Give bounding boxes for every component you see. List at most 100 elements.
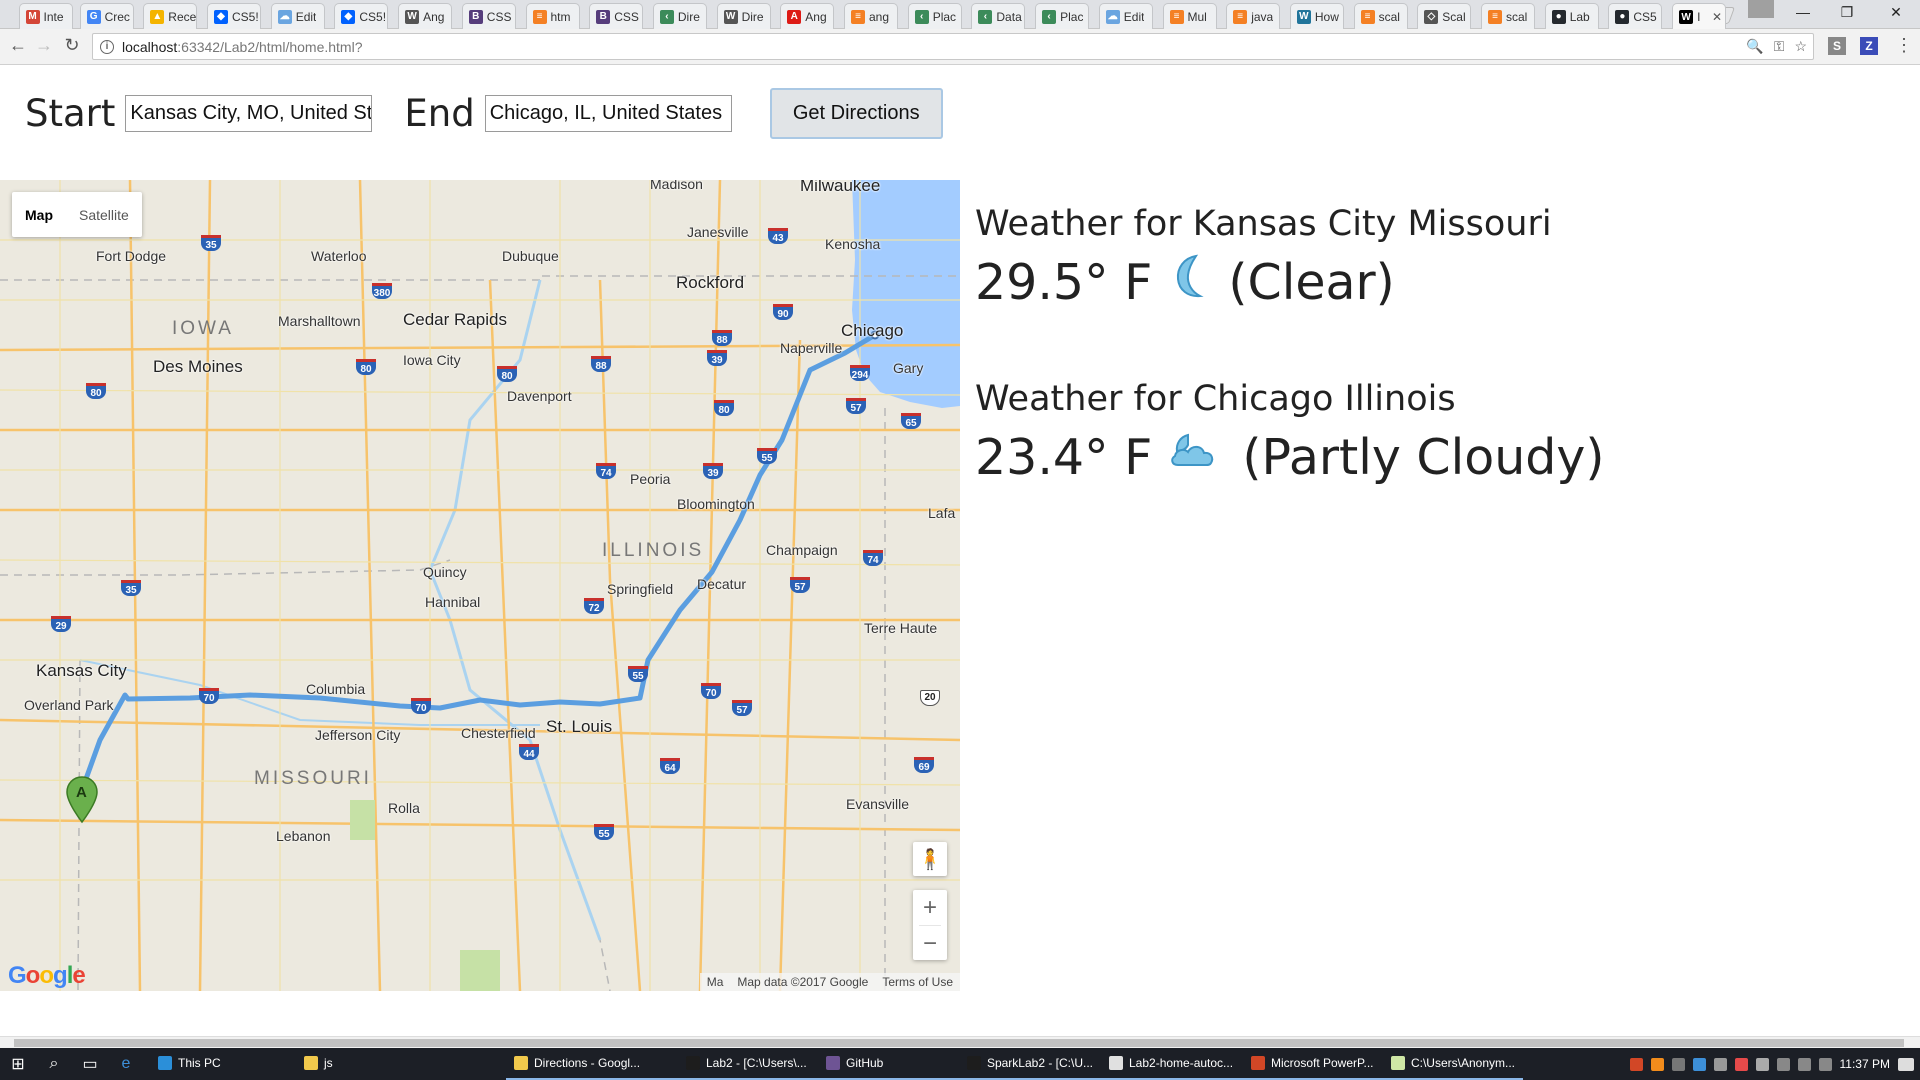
clock[interactable]: 11:37 PM <box>1840 1057 1890 1071</box>
taskbar-item[interactable]: Lab2 - [C:\Users\... <box>678 1048 818 1080</box>
taskbar-item[interactable]: Microsoft PowerP... <box>1243 1048 1383 1080</box>
browser-tab[interactable]: ◇ Scal <box>1417 3 1472 29</box>
taskbar-item[interactable]: js <box>296 1048 506 1080</box>
close-window-icon[interactable]: ✕ <box>1876 4 1916 21</box>
profile-icon[interactable] <box>1748 0 1774 18</box>
taskbar-item[interactable]: This PC <box>150 1048 296 1080</box>
cloud-icon[interactable] <box>1713 1057 1727 1071</box>
start-input[interactable]: Kansas City, MO, United St <box>125 95 373 132</box>
tray-app-icon[interactable] <box>1650 1057 1664 1071</box>
city-dubuque: Dubuque <box>502 248 559 264</box>
map[interactable]: IOWA ILLINOIS MISSOURI Madison Milwaukee… <box>0 180 960 991</box>
back-icon[interactable]: ← <box>6 35 30 56</box>
browser-tab[interactable]: ‹ Plac <box>907 3 962 29</box>
street-view-pegman-icon[interactable]: 🧍 <box>913 842 947 876</box>
volume-icon[interactable] <box>1797 1057 1811 1071</box>
menu-icon[interactable]: ⋮ <box>1895 35 1913 56</box>
tab-title: Dire <box>677 9 700 24</box>
tray-app-icon[interactable] <box>1629 1057 1643 1071</box>
browser-tab[interactable]: ≡ scal <box>1481 3 1535 29</box>
restore-icon[interactable]: ❐ <box>1827 4 1867 21</box>
battery-icon[interactable] <box>1755 1057 1769 1071</box>
doc-icon: W <box>405 9 420 24</box>
browser-tab[interactable]: ‹ Plac <box>1035 3 1090 29</box>
end-input[interactable]: Chicago, IL, United States <box>484 95 732 132</box>
browser-tab[interactable]: ● CS5 <box>1608 3 1663 29</box>
minimize-icon[interactable]: — <box>1783 4 1823 20</box>
search-icon[interactable]: ⌕ <box>36 1048 72 1080</box>
tab-title: Data <box>996 9 1022 24</box>
windows-start-icon[interactable]: ⊞ <box>0 1048 36 1080</box>
browser-tab[interactable]: G Crec <box>79 3 134 29</box>
tab-title: Inte <box>43 9 64 24</box>
city-peoria: Peoria <box>630 471 671 487</box>
browser-tab[interactable]: A Ang <box>780 3 835 29</box>
city-fort-dodge: Fort Dodge <box>96 248 167 264</box>
tray-app-icon[interactable] <box>1734 1057 1748 1071</box>
reload-icon[interactable]: ↻ <box>60 35 84 56</box>
notification-icon[interactable] <box>1898 1057 1914 1071</box>
zoom-in-button[interactable]: + <box>913 890 947 925</box>
browser-tab[interactable]: ≡ Mul <box>1162 3 1217 29</box>
shield-icon[interactable] <box>1671 1057 1685 1071</box>
highway-shield: 35 <box>201 235 221 251</box>
browser-tab[interactable]: W Ang <box>398 3 453 29</box>
map-type-map-button[interactable]: Map <box>12 192 66 237</box>
taskbar-item[interactable]: C:\Users\Anonym... <box>1383 1048 1523 1080</box>
taskbar-item[interactable]: SparkLab2 - [C:\U... <box>959 1048 1101 1080</box>
terms-link[interactable]: Terms of Use <box>882 975 953 989</box>
tab-title: Dire <box>741 9 764 24</box>
forward-icon[interactable]: → <box>32 35 56 56</box>
city-marshalltown: Marshalltown <box>278 313 361 329</box>
horizontal-scrollbar[interactable] <box>0 1036 1920 1048</box>
scrollbar-thumb[interactable] <box>14 1039 1904 1047</box>
task-view-icon[interactable]: ▭ <box>72 1048 108 1080</box>
browser-tab[interactable]: B CSS <box>589 3 644 29</box>
info-icon[interactable]: i <box>100 39 114 54</box>
taskbar-item[interactable]: Lab2-home-autoc... <box>1101 1048 1243 1080</box>
browser-tab[interactable]: ☁ Edit <box>270 3 325 29</box>
highway-shield: 88 <box>712 330 732 346</box>
browser-tab[interactable]: W How <box>1289 3 1344 29</box>
stackoverflow-icon: ≡ <box>1169 9 1184 24</box>
browser-tab[interactable]: ≡ java <box>1226 3 1281 29</box>
browser-tab[interactable]: ▲ Rece <box>143 3 198 29</box>
browser-tab[interactable]: ◆ CS5! <box>207 3 261 29</box>
tab-title: Edit <box>1123 9 1145 24</box>
github-icon: ● <box>1551 9 1566 24</box>
address-bar[interactable]: i localhost:63342/Lab2/html/home.html? 🔍… <box>92 33 1814 60</box>
browser-tab[interactable]: ☁ Edit <box>1098 3 1153 29</box>
keyboard-icon[interactable] <box>1818 1057 1832 1071</box>
tab-close-icon[interactable]: ✕ <box>1712 10 1722 24</box>
key-icon[interactable]: ⚿ <box>1774 38 1785 55</box>
tab-title: How <box>1314 9 1339 24</box>
get-directions-button[interactable]: Get Directions <box>769 88 943 139</box>
zoom-icon[interactable]: 🔍 <box>1746 38 1763 55</box>
wifi-icon[interactable] <box>1776 1057 1790 1071</box>
google-logo[interactable]: Google <box>8 962 86 990</box>
browser-tab[interactable]: ● Lab <box>1544 3 1599 29</box>
taskbar-item[interactable]: Directions - Googl... <box>506 1048 678 1080</box>
browser-tab[interactable]: M Inte <box>18 3 73 29</box>
browser-tab[interactable]: ≡ ang <box>844 3 898 29</box>
browser-tab[interactable]: W Dire <box>716 3 771 29</box>
zotero-icon[interactable]: Z <box>1860 37 1878 55</box>
extension-icon[interactable]: S <box>1828 37 1846 55</box>
browser-tab[interactable]: B CSS <box>461 3 516 29</box>
bookmark-star-icon[interactable]: ☆ <box>1794 38 1807 55</box>
taskbar-item[interactable]: GitHub <box>818 1048 959 1080</box>
edge-icon[interactable]: e <box>108 1048 144 1080</box>
browser-tab[interactable]: ‹ Data <box>971 3 1026 29</box>
browser-tab[interactable]: ≡ scal <box>1353 3 1408 29</box>
weather-reading: 29.5° F (Clear) <box>975 252 1552 312</box>
browser-tab[interactable]: ≡ htm <box>525 3 580 29</box>
bluetooth-icon[interactable] <box>1692 1057 1706 1071</box>
browser-tab[interactable]: ‹ Dire <box>652 3 707 29</box>
map-type-satellite-button[interactable]: Satellite <box>66 192 142 237</box>
park <box>350 800 375 840</box>
city-rolla: Rolla <box>388 800 420 816</box>
browser-tab[interactable]: ◆ CS5! <box>334 3 389 29</box>
browser-tab[interactable]: W I ✕ <box>1672 3 1727 30</box>
zoom-out-button[interactable]: − <box>913 926 947 961</box>
highway-shield: 57 <box>846 398 866 414</box>
